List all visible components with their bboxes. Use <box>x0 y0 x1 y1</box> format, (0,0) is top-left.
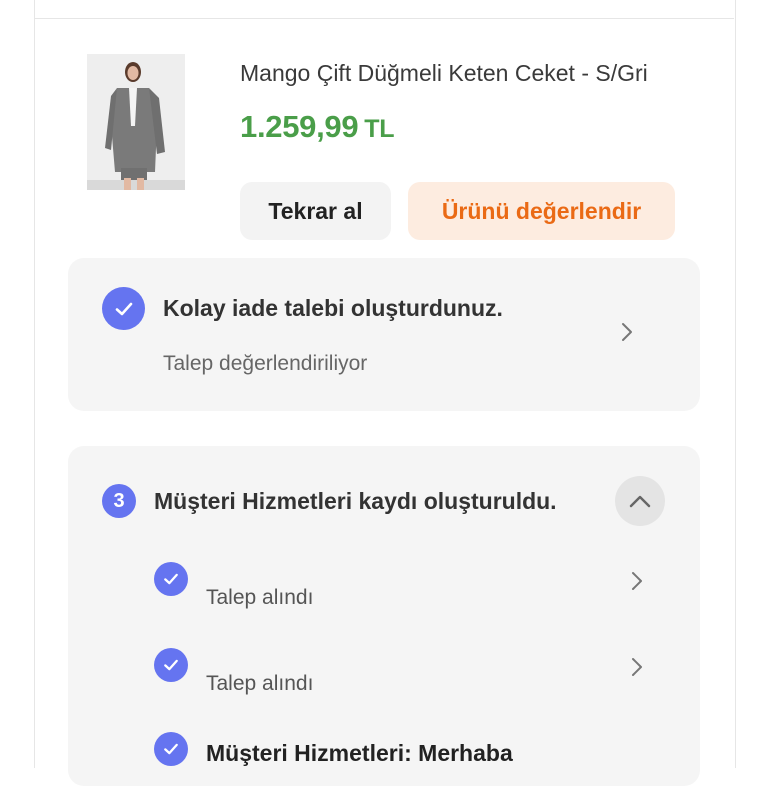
review-product-button[interactable]: Ürünü değerlendir <box>408 182 675 240</box>
timeline-label: Talep alındı <box>206 672 314 695</box>
check-circle-icon <box>154 562 188 596</box>
chevron-right-icon[interactable] <box>620 321 634 343</box>
price-currency: TL <box>364 115 395 143</box>
check-circle-icon <box>154 648 188 682</box>
timeline-label: Müşteri Hizmetleri: Merhaba <box>206 740 513 766</box>
collapse-button[interactable] <box>615 476 665 526</box>
timeline-item[interactable]: Talep alındı <box>154 648 654 698</box>
return-request-title: Kolay iade talebi oluşturdunuz. <box>163 295 503 321</box>
product-image[interactable] <box>87 54 185 190</box>
check-circle-icon <box>154 732 188 766</box>
timeline-item[interactable]: Müşteri Hizmetleri: Merhaba <box>154 732 654 782</box>
rebuy-button[interactable]: Tekrar al <box>240 182 391 240</box>
divider <box>34 18 734 19</box>
product-price: 1.259,99 TL <box>240 109 395 145</box>
chevron-right-icon[interactable] <box>630 656 644 678</box>
return-request-card[interactable]: Kolay iade talebi oluşturdunuz. Talep de… <box>68 258 700 411</box>
timeline-item[interactable]: Talep alındı <box>154 562 654 612</box>
step-number-badge: 3 <box>102 484 136 518</box>
timeline-label: Talep alındı <box>206 586 314 609</box>
return-request-status: Talep değerlendiriliyor <box>163 352 368 375</box>
check-circle-icon <box>102 287 145 330</box>
product-name[interactable]: Mango Çift Düğmeli Keten Ceket - S/Gri <box>240 60 720 87</box>
chevron-right-icon[interactable] <box>630 570 644 592</box>
price-value: 1.259,99 <box>240 109 359 144</box>
chevron-up-icon <box>629 495 651 508</box>
customer-service-card: 3 Müşteri Hizmetleri kaydı oluşturuldu. … <box>68 446 700 786</box>
customer-service-title: Müşteri Hizmetleri kaydı oluşturuldu. <box>154 488 557 514</box>
